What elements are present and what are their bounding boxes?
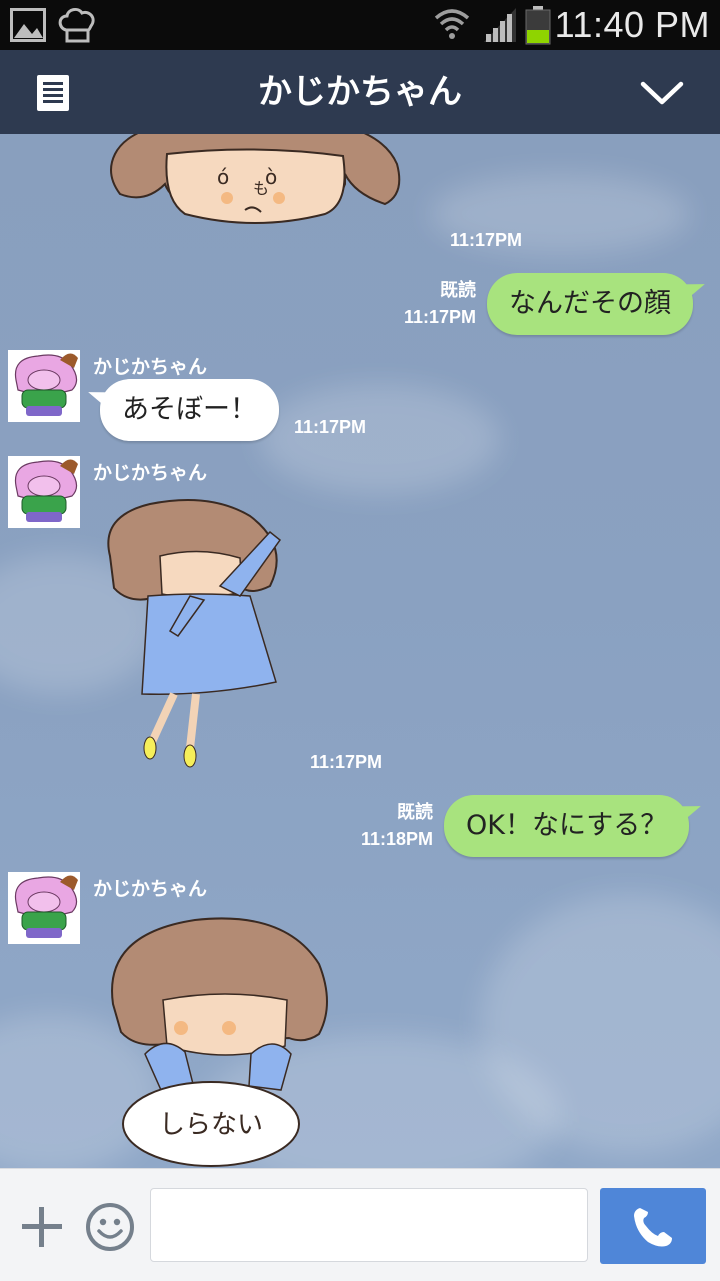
smiley-icon[interactable] xyxy=(84,1201,136,1253)
input-bar xyxy=(0,1168,720,1281)
message-time: 11:18PM xyxy=(360,829,433,849)
message-time: 11:17PM xyxy=(449,230,522,250)
signal-icon xyxy=(484,8,516,42)
avatar-character-icon xyxy=(14,875,78,938)
sticker-jumping-girl[interactable] xyxy=(100,496,290,776)
chat-area[interactable]: ó も ò 11:17PM 既読 11:17PM なんだその顔 かじかちゃん あ… xyxy=(0,134,720,1168)
svg-text:ó: ó xyxy=(217,165,229,189)
sender-name: かじかちゃん xyxy=(93,356,208,378)
message-time: 11:17PM xyxy=(310,752,383,772)
message-time: 11:17PM xyxy=(403,307,476,327)
avatar-character-icon xyxy=(14,353,78,416)
gallery-icon xyxy=(10,8,46,42)
sender-name: かじかちゃん xyxy=(93,462,208,484)
chevron-down-icon[interactable] xyxy=(640,80,684,106)
sticker-shiranai-girl[interactable]: しらない xyxy=(105,914,345,1168)
status-time: 11:40 PM xyxy=(554,4,710,45)
avatar[interactable] xyxy=(8,456,80,528)
plus-icon[interactable] xyxy=(20,1205,64,1249)
svg-text:ò: ò xyxy=(265,165,277,189)
status-bar: 11:40 PM xyxy=(0,0,720,50)
list-menu-icon[interactable] xyxy=(36,74,70,112)
outgoing-message-bubble[interactable]: OK！なにする？ xyxy=(444,795,690,857)
avatar-character-icon xyxy=(14,459,78,522)
message-time: 11:17PM xyxy=(294,417,367,437)
read-receipt: 既読 xyxy=(440,280,476,300)
sticker-text: しらない xyxy=(158,1110,263,1140)
chat-header: かじかちゃん xyxy=(0,50,720,134)
read-receipt: 既読 xyxy=(397,802,433,822)
chat-title: かじかちゃん xyxy=(258,72,462,112)
battery-icon xyxy=(525,6,551,45)
avatar[interactable] xyxy=(8,872,80,944)
sticker-pouting-girl[interactable]: ó も ò xyxy=(105,134,405,244)
phone-icon xyxy=(634,1208,672,1247)
sky-cloud xyxy=(260,384,500,494)
outgoing-message-bubble[interactable]: なんだその顔 xyxy=(487,273,693,335)
incoming-message-bubble[interactable]: あそぼー！ xyxy=(100,379,279,441)
message-input[interactable] xyxy=(150,1188,588,1262)
sender-name: かじかちゃん xyxy=(93,878,208,900)
wifi-icon xyxy=(434,9,470,39)
chef-hat-icon xyxy=(58,7,95,43)
avatar[interactable] xyxy=(8,350,80,422)
call-button[interactable] xyxy=(600,1188,706,1264)
